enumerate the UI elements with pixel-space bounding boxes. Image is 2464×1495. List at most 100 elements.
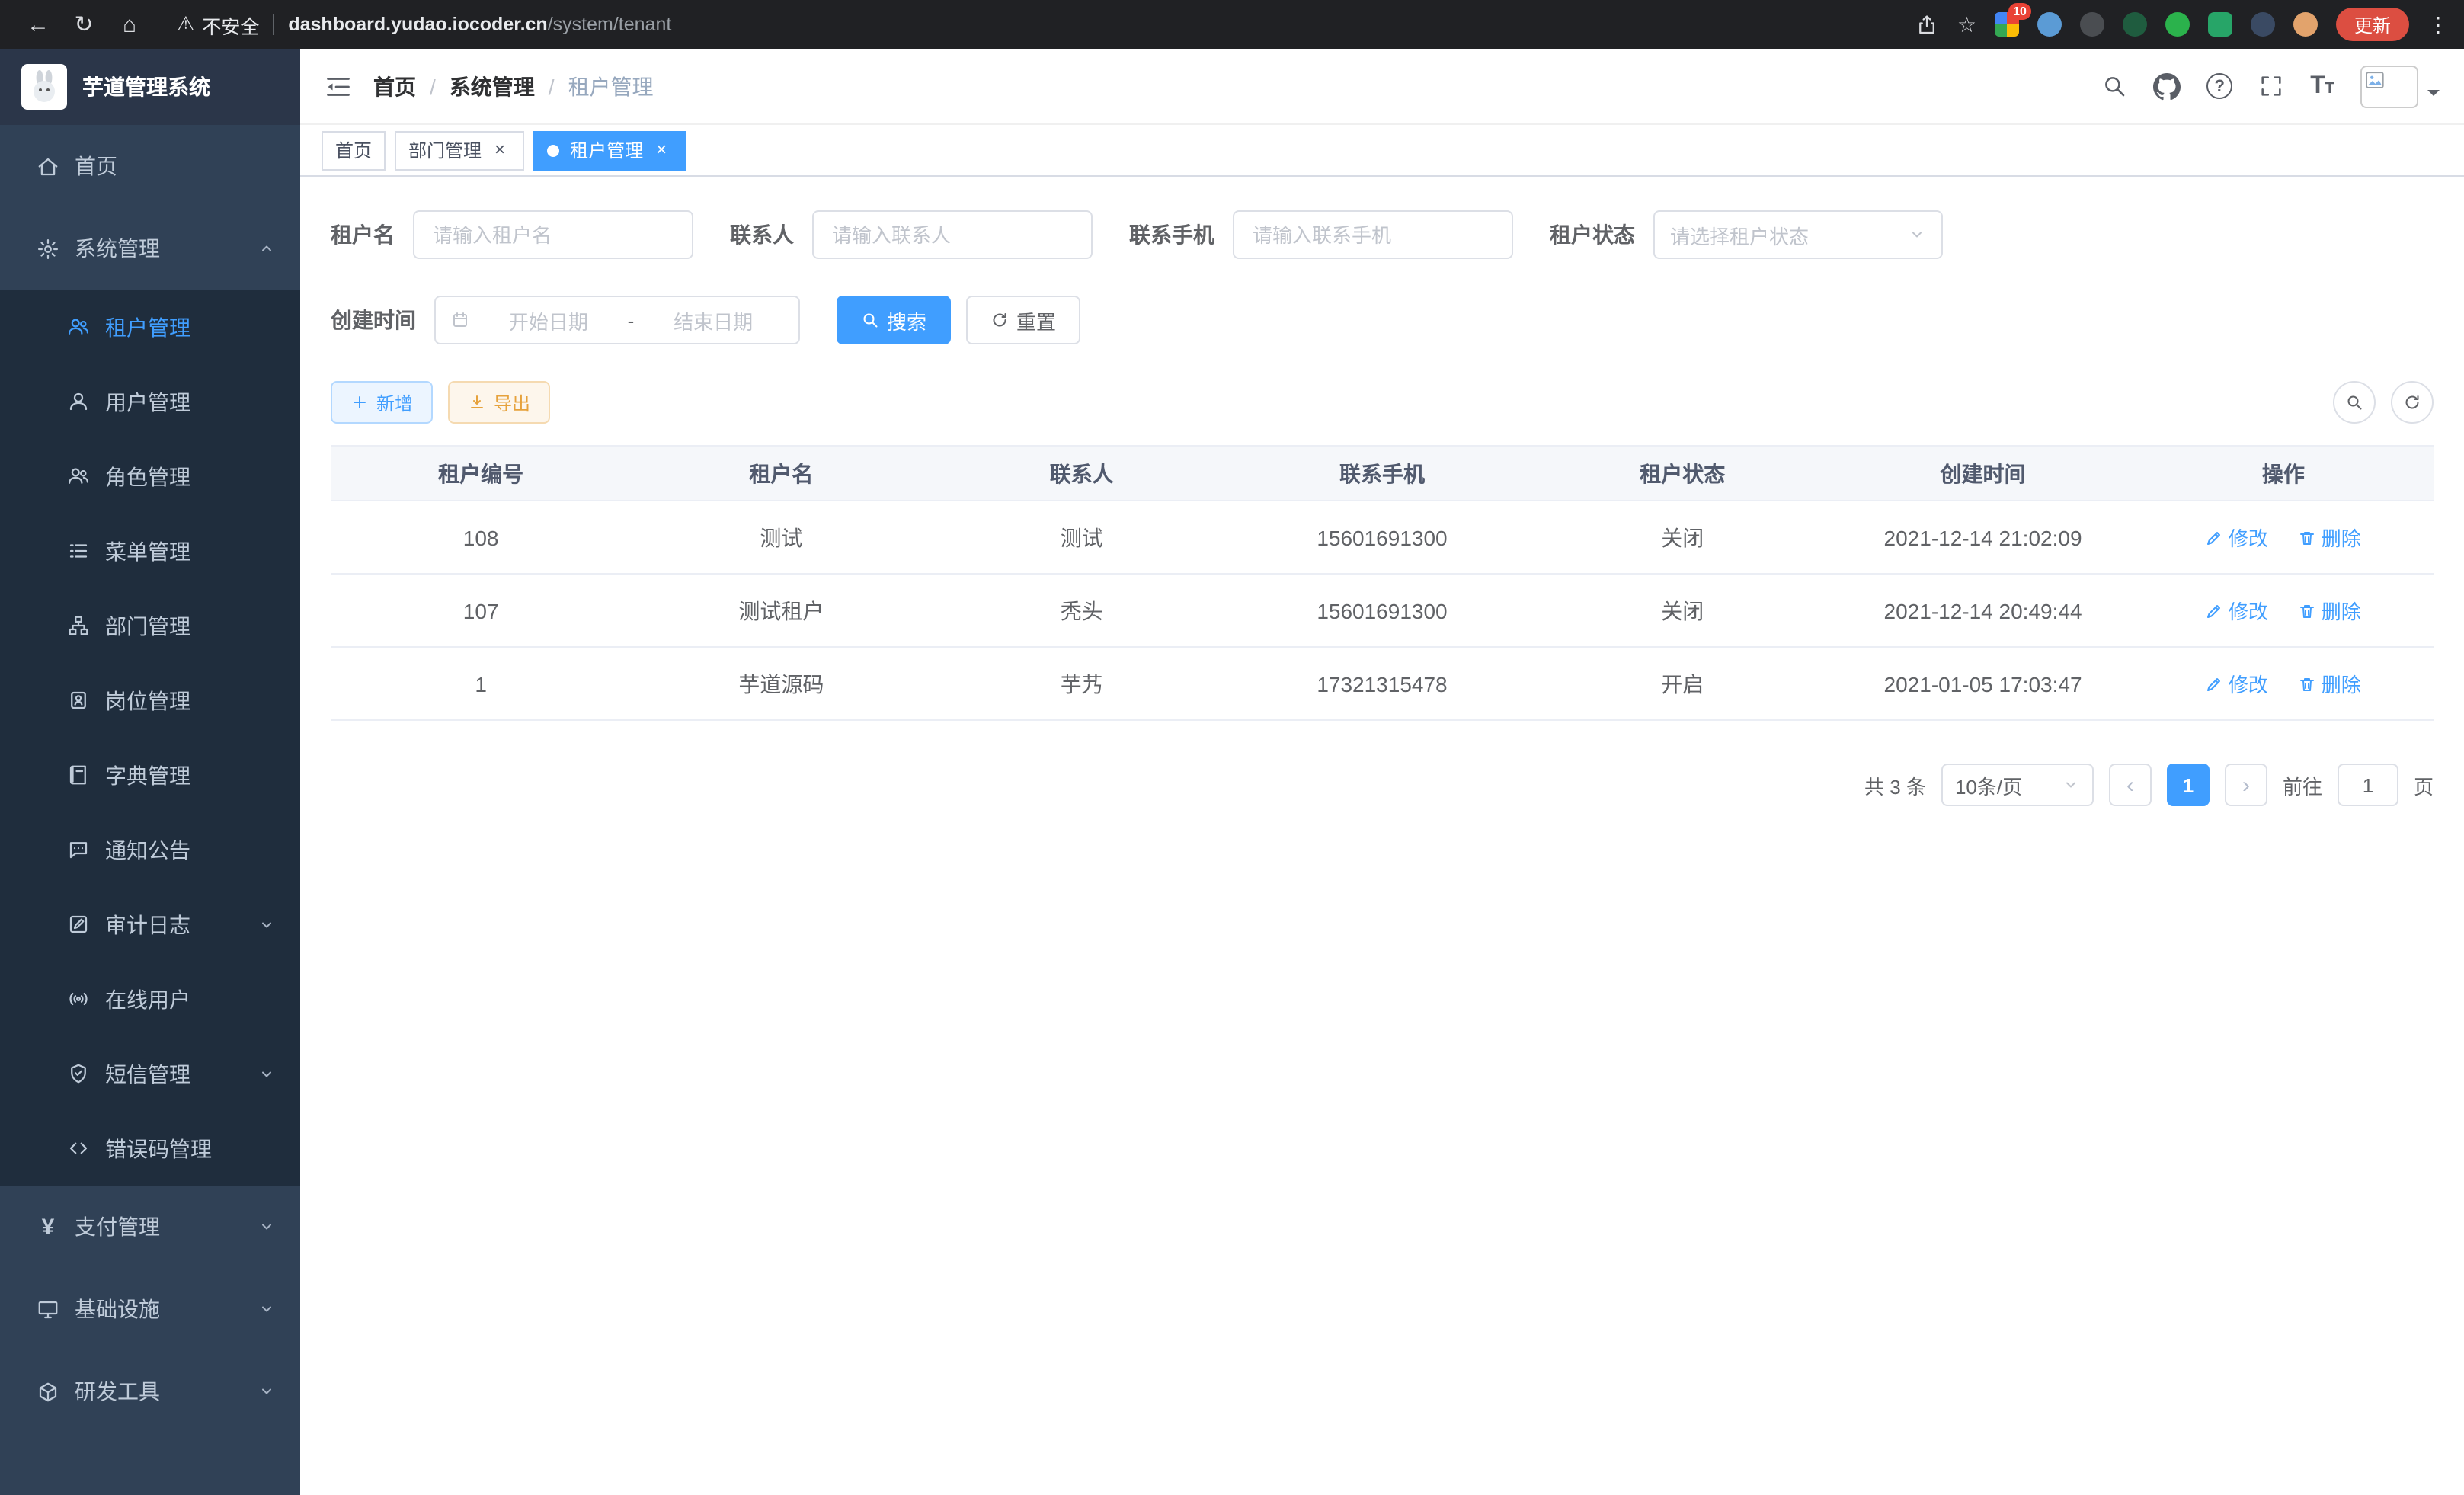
- export-button[interactable]: 导出: [448, 381, 550, 424]
- text-size-icon[interactable]: TT: [2310, 74, 2334, 98]
- header-actions: ? TT: [2101, 65, 2440, 107]
- tab-dept[interactable]: 部门管理 ×: [395, 130, 524, 170]
- extension-icon-8[interactable]: [2293, 12, 2318, 37]
- roles-icon: [67, 465, 90, 488]
- refresh-table-button[interactable]: [2391, 381, 2434, 424]
- sidebar-item-home[interactable]: 首页: [0, 125, 300, 207]
- help-icon[interactable]: ?: [2206, 73, 2232, 99]
- log-icon: [67, 913, 90, 936]
- page-size-select[interactable]: 10条/页: [1941, 764, 2094, 806]
- status-select[interactable]: 请选择租户状态: [1653, 210, 1943, 259]
- close-icon[interactable]: ×: [651, 139, 672, 161]
- create-time-label: 创建时间: [331, 305, 416, 335]
- plus-icon: [350, 393, 369, 411]
- address-bar[interactable]: ⚠ 不安全 dashboard.yudao.iocoder.cn/system/…: [177, 10, 671, 39]
- edit-link[interactable]: 修改: [2206, 669, 2268, 698]
- search-button[interactable]: 搜索: [837, 296, 951, 344]
- filter-row-2: 创建时间 开始日期 - 结束日期 搜索 重置: [331, 296, 2434, 344]
- sidebar-item-menu[interactable]: 菜单管理: [0, 514, 300, 588]
- delete-link[interactable]: 删除: [2299, 523, 2361, 552]
- page-number-button[interactable]: 1: [2167, 764, 2210, 806]
- sidebar-item-post[interactable]: 岗位管理: [0, 663, 300, 738]
- edit-icon: [2206, 601, 2224, 619]
- github-icon[interactable]: [2153, 72, 2181, 100]
- delete-icon: [2299, 674, 2317, 693]
- prev-page-button[interactable]: ‹: [2109, 764, 2152, 806]
- cell-phone: 17321315478: [1232, 647, 1532, 720]
- sidebar-item-tenant[interactable]: 租户管理: [0, 290, 300, 364]
- box-icon: [37, 1380, 59, 1403]
- extension-icon-5[interactable]: [2165, 12, 2190, 37]
- fullscreen-icon[interactable]: [2258, 73, 2284, 99]
- browser-menu-icon[interactable]: ⋮: [2427, 11, 2449, 37]
- sidebar-item-dept[interactable]: 部门管理: [0, 588, 300, 663]
- reset-button[interactable]: 重置: [966, 296, 1080, 344]
- search-icon[interactable]: [2101, 73, 2127, 99]
- sidebar-collapse-icon[interactable]: [325, 72, 352, 100]
- sidebar-item-infrastructure[interactable]: 基础设施: [0, 1268, 300, 1350]
- extension-icon-2[interactable]: [2037, 12, 2062, 37]
- breadcrumb-home[interactable]: 首页: [373, 71, 416, 101]
- sidebar-item-online-users[interactable]: 在线用户: [0, 962, 300, 1036]
- gear-icon: [37, 237, 59, 260]
- share-icon[interactable]: [1916, 13, 1939, 36]
- page-goto-input[interactable]: [2338, 764, 2398, 806]
- contact-input[interactable]: [812, 210, 1093, 259]
- table-row: 107 测试租户 秃头 15601691300 关闭 2021-12-14 20…: [331, 574, 2434, 647]
- phone-input[interactable]: [1233, 210, 1513, 259]
- users-icon: [67, 315, 90, 338]
- add-button[interactable]: 新增: [331, 381, 433, 424]
- refresh-icon: [2403, 393, 2421, 411]
- edit-link[interactable]: 修改: [2206, 523, 2268, 552]
- reload-icon[interactable]: ↻: [61, 11, 107, 38]
- delete-link[interactable]: 删除: [2299, 669, 2361, 698]
- tab-home[interactable]: 首页: [322, 130, 386, 170]
- badge-icon: [67, 689, 90, 712]
- date-separator: -: [628, 309, 635, 331]
- url-path: /system/tenant: [548, 14, 672, 35]
- app-logo: 芋道管理系统: [0, 49, 300, 125]
- delete-link[interactable]: 删除: [2299, 596, 2361, 625]
- app-header: 首页 / 系统管理 / 租户管理 ? TT: [300, 49, 2464, 125]
- list-icon: [67, 539, 90, 562]
- bookmark-star-icon[interactable]: ☆: [1957, 11, 1976, 37]
- sidebar-item-dict[interactable]: 字典管理: [0, 738, 300, 812]
- search-toggle-button[interactable]: [2333, 381, 2376, 424]
- update-button[interactable]: 更新: [2336, 8, 2409, 41]
- chevron-down-icon: [1908, 226, 1926, 244]
- browser-chrome: ← ↻ ⌂ ⚠ 不安全 dashboard.yudao.iocoder.cn/s…: [0, 0, 2464, 49]
- sidebar-item-audit-log[interactable]: 审计日志: [0, 887, 300, 962]
- app-title: 芋道管理系统: [82, 72, 210, 102]
- extension-icon-6[interactable]: [2208, 12, 2232, 37]
- sidebar-item-user[interactable]: 用户管理: [0, 364, 300, 439]
- chevron-up-icon: [258, 239, 276, 258]
- sidebar-item-notice[interactable]: 通知公告: [0, 812, 300, 887]
- sidebar-item-role[interactable]: 角色管理: [0, 439, 300, 514]
- user-avatar[interactable]: [2360, 65, 2440, 107]
- extension-icon-4[interactable]: [2123, 12, 2147, 37]
- back-icon[interactable]: ←: [15, 11, 61, 37]
- tab-tenant[interactable]: 租户管理 ×: [533, 130, 686, 170]
- sidebar-item-sms[interactable]: 短信管理: [0, 1036, 300, 1111]
- extension-icon-7[interactable]: [2251, 12, 2275, 37]
- sidebar-item-error-code[interactable]: 错误码管理: [0, 1111, 300, 1186]
- breadcrumb-system[interactable]: 系统管理: [450, 71, 535, 101]
- cell-contact: 测试: [932, 501, 1232, 574]
- extension-icon-3[interactable]: [2080, 12, 2104, 37]
- sidebar-item-system[interactable]: 系统管理: [0, 207, 300, 290]
- tenant-name-input[interactable]: [413, 210, 693, 259]
- extension-icon-1[interactable]: 10: [1995, 12, 2019, 37]
- sidebar-item-dev-tools[interactable]: 研发工具: [0, 1350, 300, 1433]
- sidebar-item-payment[interactable]: ¥ 支付管理: [0, 1186, 300, 1268]
- close-icon[interactable]: ×: [489, 139, 510, 161]
- next-page-button[interactable]: ›: [2225, 764, 2267, 806]
- col-phone: 联系手机: [1232, 446, 1532, 501]
- cell-phone: 15601691300: [1232, 574, 1532, 647]
- cell-actions: 修改 删除: [2133, 574, 2434, 647]
- col-actions: 操作: [2133, 446, 2434, 501]
- yen-icon: ¥: [37, 1214, 59, 1240]
- date-range-picker[interactable]: 开始日期 - 结束日期: [434, 296, 800, 344]
- tenant-table: 租户编号 租户名 联系人 联系手机 租户状态 创建时间 操作 108 测试: [331, 445, 2434, 721]
- home-icon[interactable]: ⌂: [107, 11, 152, 37]
- edit-link[interactable]: 修改: [2206, 596, 2268, 625]
